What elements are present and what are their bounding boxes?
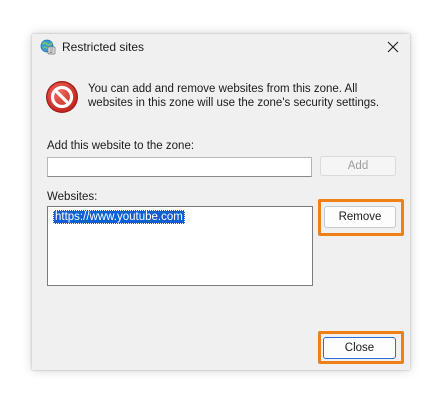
websites-list[interactable]: https://www.youtube.com [47,206,313,286]
window-title: Restricted sites [62,40,145,54]
globe-shield-icon [40,39,56,55]
close-button-highlight [318,331,404,364]
add-button[interactable]: Add [320,156,396,176]
title-bar: Restricted sites [32,34,410,61]
list-item[interactable]: https://www.youtube.com [53,210,185,224]
add-website-label: Add this website to the zone: [47,140,195,152]
add-website-input[interactable] [47,157,312,177]
stop-icon [46,81,78,113]
remove-button-highlight [318,199,404,236]
websites-label: Websites: [47,191,98,203]
close-icon[interactable] [382,36,404,58]
info-message: You can add and remove websites from thi… [88,83,380,109]
